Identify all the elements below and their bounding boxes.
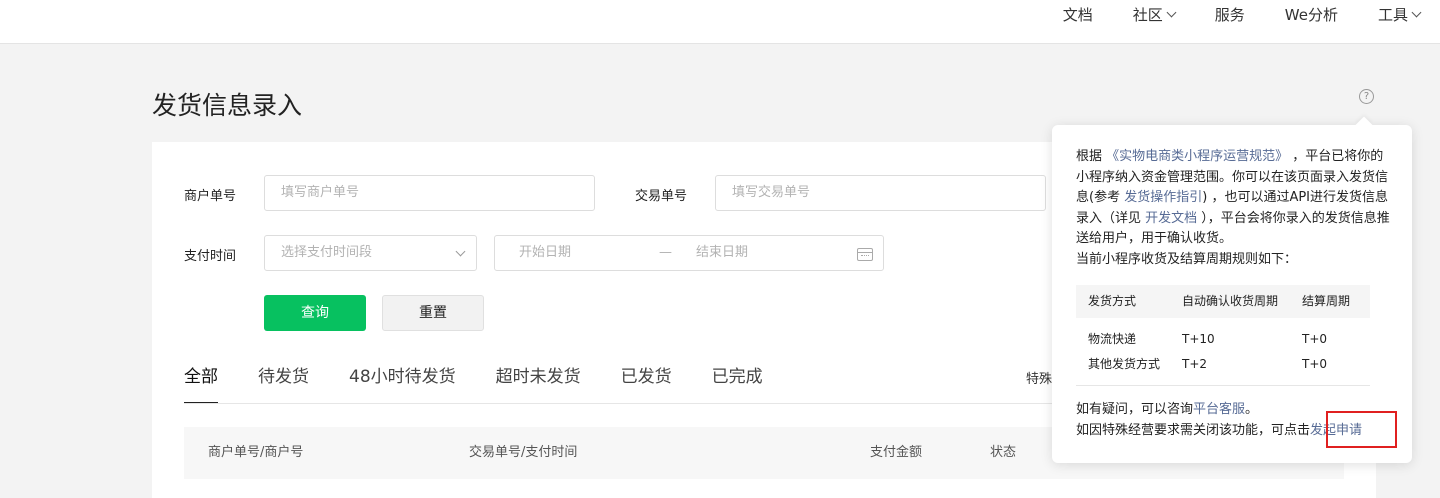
popover-rules-intro: 当前小程序收货及结算周期规则如下： xyxy=(1076,251,1298,267)
popover-text: 如因特殊经营要求需关闭该功能，可点击 xyxy=(1076,423,1311,438)
nav-service[interactable]: 服务 xyxy=(1215,4,1245,25)
nav-tools-label: 工具 xyxy=(1377,5,1408,24)
rules-col-confirm: 自动确认收货周期 xyxy=(1182,294,1279,308)
pay-time-label: 支付时间 xyxy=(184,249,237,264)
pay-time-select[interactable]: 选择支付时间段 xyxy=(264,235,477,271)
rules-cell: 物流快递 xyxy=(1088,332,1137,346)
ship-guide-link[interactable]: 发货操作指引 xyxy=(1124,190,1202,205)
date-separator: — xyxy=(659,245,672,260)
end-date-input[interactable]: 结束日期 xyxy=(696,236,748,270)
table-row: 物流快递 T+10 T+0 xyxy=(1076,327,1370,352)
reset-button[interactable]: 重置 xyxy=(382,295,484,331)
rules-cell: T+0 xyxy=(1302,357,1328,371)
popover-text: 如有疑问，可以咨询 xyxy=(1076,402,1194,417)
tab-shipped[interactable]: 已发货 xyxy=(621,362,672,387)
tab-pending-ship[interactable]: 待发货 xyxy=(258,362,309,387)
dev-docs-link[interactable]: 开发文档 xyxy=(1145,211,1197,226)
tab-48h-pending[interactable]: 48小时待发货 xyxy=(349,362,456,387)
rules-divider xyxy=(1076,385,1370,386)
query-button[interactable]: 查询 xyxy=(264,295,366,331)
rules-cell: 其他发货方式 xyxy=(1088,357,1161,371)
top-nav: 文档 社区 服务 We分析 工具 xyxy=(1023,0,1422,28)
rules-col-method: 发货方式 xyxy=(1088,294,1137,308)
ops-spec-link[interactable]: 《实物电商类小程序运营规范》 xyxy=(1106,149,1288,164)
popover-footer: 如有疑问，可以咨询平台客服。 如因特殊经营要求需关闭该功能，可点击发起申请 xyxy=(1076,399,1362,441)
tab-extra-link[interactable]: 特殊 xyxy=(1026,368,1052,387)
top-bar: 文档 社区 服务 We分析 工具 xyxy=(0,0,1440,44)
tab-completed[interactable]: 已完成 xyxy=(712,362,763,387)
trade-order-input[interactable]: 填写交易单号 xyxy=(715,175,1046,211)
col-pay-amount: 支付金额 xyxy=(870,445,923,460)
rules-table-header: 发货方式 自动确认收货周期 结算周期 xyxy=(1076,285,1370,318)
rules-table: 发货方式 自动确认收货周期 结算周期 物流快递 T+10 T+0 其他发货方式 … xyxy=(1076,285,1370,377)
rules-col-settle: 结算周期 xyxy=(1302,294,1351,308)
pay-time-select-placeholder: 选择支付时间段 xyxy=(281,245,373,260)
start-date-input[interactable]: 开始日期 xyxy=(519,236,571,270)
col-merchant-order: 商户单号/商户号 xyxy=(208,445,304,460)
table-row: 其他发货方式 T+2 T+0 xyxy=(1076,352,1370,377)
tab-all[interactable]: 全部 xyxy=(184,362,218,404)
rules-cell: T+0 xyxy=(1302,332,1328,346)
help-icon[interactable]: ? xyxy=(1359,89,1374,104)
calendar-icon xyxy=(857,248,873,261)
support-link[interactable]: 平台客服 xyxy=(1193,402,1245,417)
chevron-down-icon xyxy=(1166,7,1177,17)
nav-docs[interactable]: 文档 xyxy=(1063,4,1093,25)
popover-text: 。 xyxy=(1245,402,1259,417)
nav-community[interactable]: 社区 xyxy=(1132,4,1177,25)
date-range-picker[interactable]: 开始日期 — 结束日期 xyxy=(494,235,884,271)
popover-text: 根据 xyxy=(1076,149,1107,164)
tab-overdue[interactable]: 超时未发货 xyxy=(496,362,581,387)
status-tabs: 全部 待发货 48小时待发货 超时未发货 已发货 已完成 xyxy=(184,362,803,404)
help-popover: 根据 《实物电商类小程序运营规范》 ，平台已将你的小程序纳入资金管理范围。你可以… xyxy=(1052,125,1412,463)
rules-cell: T+10 xyxy=(1182,332,1215,346)
chevron-down-icon xyxy=(455,246,466,257)
merchant-order-label: 商户单号 xyxy=(184,189,237,204)
page-title: 发货信息录入 xyxy=(152,91,303,120)
chevron-down-icon xyxy=(1411,7,1422,17)
highlight-box xyxy=(1326,411,1397,448)
nav-we-analysis[interactable]: We分析 xyxy=(1285,4,1338,25)
nav-community-label: 社区 xyxy=(1132,5,1163,24)
col-status: 状态 xyxy=(990,445,1017,460)
rules-cell: T+2 xyxy=(1182,357,1208,371)
merchant-order-input[interactable]: 填写商户单号 xyxy=(264,175,595,211)
trade-order-label: 交易单号 xyxy=(635,189,688,204)
nav-tools[interactable]: 工具 xyxy=(1377,4,1422,25)
popover-description: 根据 《实物电商类小程序运营规范》 ，平台已将你的小程序纳入资金管理范围。你可以… xyxy=(1076,147,1392,270)
col-trade-order: 交易单号/支付时间 xyxy=(469,445,578,460)
